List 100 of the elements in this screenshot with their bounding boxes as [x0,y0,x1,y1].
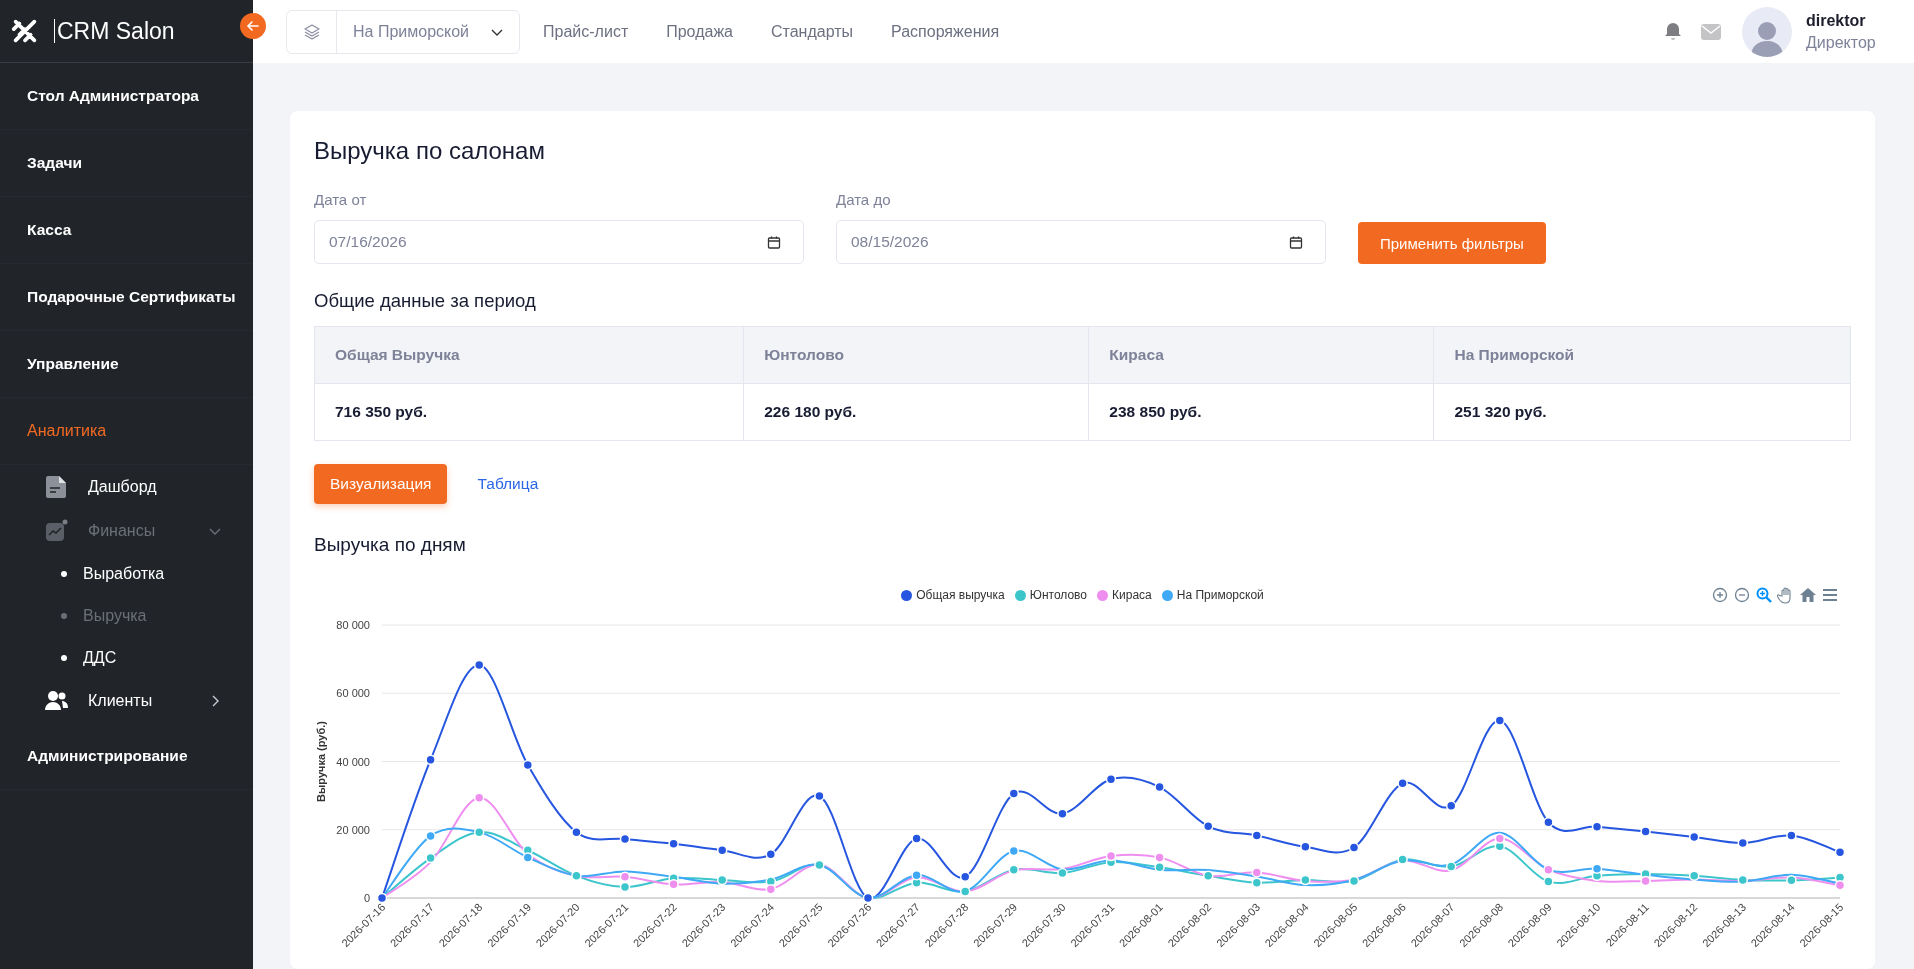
data-point[interactable] [1445,861,1457,872]
chart-icon [44,518,70,544]
data-point[interactable] [1251,867,1263,878]
data-point[interactable] [1154,781,1165,793]
menu-item[interactable]: Аналитика [27,422,107,440]
data-point[interactable] [1737,837,1749,849]
data-point[interactable] [911,869,922,881]
data-point[interactable] [1008,788,1020,799]
data-point[interactable] [1640,826,1651,837]
data-point[interactable] [1591,821,1603,832]
bell-icon[interactable] [1664,22,1682,41]
data-point[interactable] [473,659,485,671]
data-point[interactable] [1348,842,1360,853]
data-point[interactable] [619,833,631,845]
data-point[interactable] [1786,830,1797,841]
axis-tick-label: 40 000 [336,755,370,768]
data-point[interactable] [1543,817,1554,828]
zoom-in-icon[interactable] [1711,586,1729,604]
column-header: Кираса [1088,326,1434,384]
axis-tick-label: 0 [363,892,370,904]
arrow-left-icon [245,18,261,34]
data-point[interactable] [911,833,922,844]
data-point[interactable] [1202,870,1214,882]
nav-link[interactable]: Распоряжения [872,22,1019,41]
column-header: На Приморской [1433,326,1851,384]
legend-label[interactable]: Юнтолово [1029,588,1088,602]
submenu-item[interactable]: Дашборд [88,478,223,496]
user-role: Директор [1806,33,1877,52]
data-point[interactable] [1688,831,1700,843]
brand-name: CRM Salon [54,19,175,43]
data-point[interactable] [1300,874,1311,886]
menu-item[interactable]: Администрирование [27,747,188,765]
table-cell: 226 180 руб. [743,383,1089,441]
data-point[interactable] [571,826,582,838]
table-cell: 251 320 руб. [1433,383,1851,441]
legend-label[interactable]: Кираса [1112,588,1152,602]
zoom-out-icon[interactable] [1733,586,1751,604]
submenu-item[interactable]: Выработка [83,565,165,583]
data-point[interactable] [1300,841,1311,853]
data-point[interactable] [862,892,874,904]
data-point[interactable] [814,790,825,802]
mail-icon[interactable] [1701,22,1721,41]
data-point[interactable] [522,852,534,863]
data-point[interactable] [1397,778,1408,789]
data-point[interactable] [668,838,679,849]
calendar-icon [767,235,781,249]
zoom-icon[interactable] [1755,586,1773,604]
collapse-button[interactable] [240,13,266,39]
data-point[interactable] [1105,774,1117,785]
data-point[interactable] [1786,875,1797,886]
data-point[interactable] [425,754,436,766]
data-point[interactable] [1494,833,1506,844]
legend-label[interactable]: Общая выручка [916,588,1005,602]
data-point[interactable] [1688,870,1700,882]
field-label: Дата до [836,191,892,208]
date-field[interactable]: 08/15/2026 [836,220,1326,264]
data-point[interactable] [619,871,631,883]
submenu-item[interactable]: ДДС [83,649,117,667]
data-point[interactable] [522,759,534,771]
data-point[interactable] [1591,863,1603,874]
table-cell: 716 350 руб. [314,383,744,441]
nav-link[interactable]: Прайс-лист [524,22,648,41]
data-point[interactable] [1494,715,1506,726]
axis-title: Выручка (руб.) [315,721,327,802]
nav-link[interactable]: Продажа [647,22,752,41]
data-point[interactable] [1057,808,1068,819]
view-tab[interactable]: Таблица [461,464,555,504]
menu-item[interactable]: Управление [27,355,119,373]
data-point[interactable] [1202,821,1214,832]
axis-tick-label: 80 000 [336,619,370,631]
nav-link[interactable]: Стандарты [752,22,873,41]
avatar[interactable] [1742,6,1792,57]
menu-item[interactable]: Задачи [27,154,82,172]
calendar-icon [1289,235,1303,249]
data-point[interactable] [1445,800,1457,812]
column-header: Юнтолово [743,326,1089,384]
data-point[interactable] [1251,877,1263,888]
user-name: direktor [1806,11,1867,30]
menu-item[interactable]: Стол Администратора [27,87,199,105]
data-point[interactable] [425,830,436,842]
data-point[interactable] [716,874,728,886]
data-point[interactable] [376,892,388,904]
data-point[interactable] [1008,845,1020,857]
data-point[interactable] [1251,830,1263,841]
data-point[interactable] [1057,867,1068,879]
legend-label[interactable]: На Приморской [1176,588,1264,602]
data-point[interactable] [716,845,728,856]
data-point[interactable] [1834,847,1846,858]
home-icon[interactable] [1799,586,1817,604]
table-cell: 238 850 руб. [1088,383,1434,441]
menu-item[interactable]: Касса [27,221,72,239]
submenu-item[interactable]: Клиенты [88,692,207,710]
data-point[interactable] [765,849,777,860]
menu-item[interactable]: Подарочные Сертификаты [27,288,236,306]
section-title: Общие данные за период [314,290,537,312]
menu-icon[interactable] [1821,586,1839,604]
date-field[interactable]: 07/16/2026 [314,220,804,264]
axis-tick-label: 20 000 [336,823,370,836]
chart-title: Выручка по дням [314,534,467,556]
data-point[interactable] [959,871,971,883]
